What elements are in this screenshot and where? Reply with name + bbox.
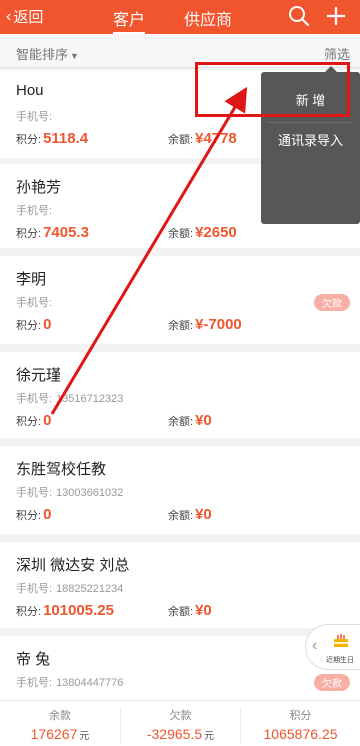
annotation-arrow <box>50 86 248 415</box>
